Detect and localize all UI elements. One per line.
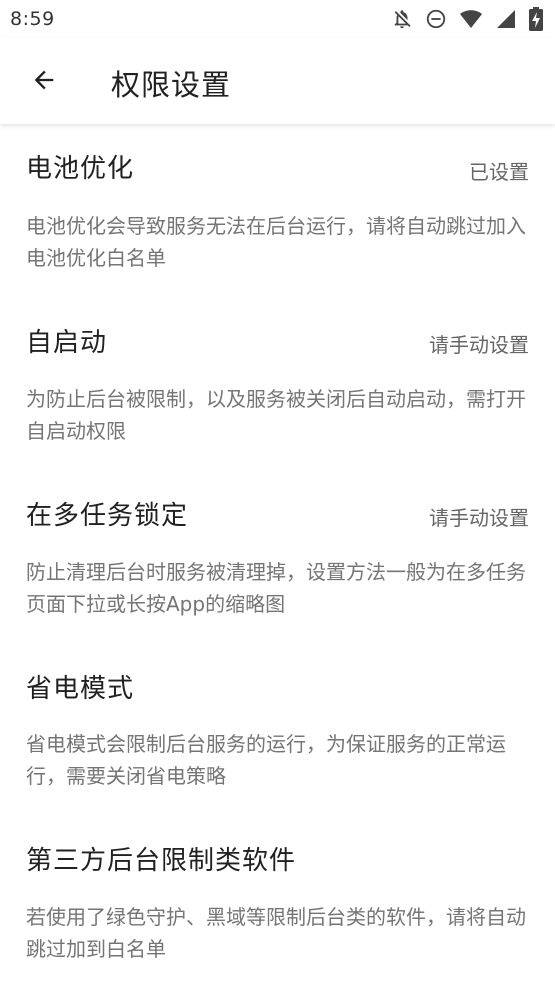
setting-description: 电池优化会导致服务无法在后台运行，请将自动跳过加入电池优化白名单 xyxy=(26,214,526,270)
setting-item-multitask-lock[interactable]: 在多任务锁定 请手动设置 防止清理后台时服务被清理掉，设置方法一般为在多任务页面… xyxy=(0,469,555,641)
setting-status: 请手动设置 xyxy=(429,333,529,357)
setting-title: 自启动 xyxy=(26,328,108,358)
setting-item-power-saving[interactable]: 省电模式 省电模式会限制后台服务的运行，为保证服务的正常运行，需要关闭省电策略 xyxy=(0,642,555,814)
arrow-back-icon xyxy=(30,66,58,98)
setting-item-battery-optimization[interactable]: 电池优化 已设置 电池优化会导致服务无法在后台运行，请将自动跳过加入电池优化白名… xyxy=(0,124,555,296)
back-button[interactable] xyxy=(22,60,66,104)
status-icons xyxy=(391,7,543,31)
setting-title: 省电模式 xyxy=(26,674,135,704)
signal-icon xyxy=(495,8,517,30)
setting-title: 在多任务锁定 xyxy=(26,501,189,531)
battery-charging-icon xyxy=(529,7,543,31)
setting-title: 电池优化 xyxy=(26,154,135,184)
status-time: 8:59 xyxy=(10,8,55,30)
wifi-icon xyxy=(459,8,483,30)
notifications-off-icon xyxy=(391,8,413,30)
setting-status: 已设置 xyxy=(469,160,529,184)
setting-description: 为防止后台被限制，以及服务被关闭后自动启动，需打开自启动权限 xyxy=(26,387,526,443)
setting-description: 省电模式会限制后台服务的运行，为保证服务的正常运行，需要关闭省电策略 xyxy=(26,732,506,788)
setting-description: 防止清理后台时服务被清理掉，设置方法一般为在多任务页面下拉或长按App的缩略图 xyxy=(26,560,526,616)
setting-item-auto-start[interactable]: 自启动 请手动设置 为防止后台被限制，以及服务被关闭后自动启动，需打开自启动权限 xyxy=(0,296,555,468)
setting-item-third-party-restriction[interactable]: 第三方后台限制类软件 若使用了绿色守护、黑域等限制后台类的软件，请将自动跳过加到… xyxy=(0,814,555,986)
app-bar: 权限设置 xyxy=(0,38,555,124)
setting-status: 请手动设置 xyxy=(429,506,529,530)
do-not-disturb-icon xyxy=(425,8,447,30)
setting-description: 若使用了绿色守护、黑域等限制后台类的软件，请将自动跳过加到白名单 xyxy=(26,905,526,961)
status-bar: 8:59 xyxy=(0,0,555,38)
setting-title: 第三方后台限制类软件 xyxy=(26,846,297,876)
page-title: 权限设置 xyxy=(111,68,232,102)
